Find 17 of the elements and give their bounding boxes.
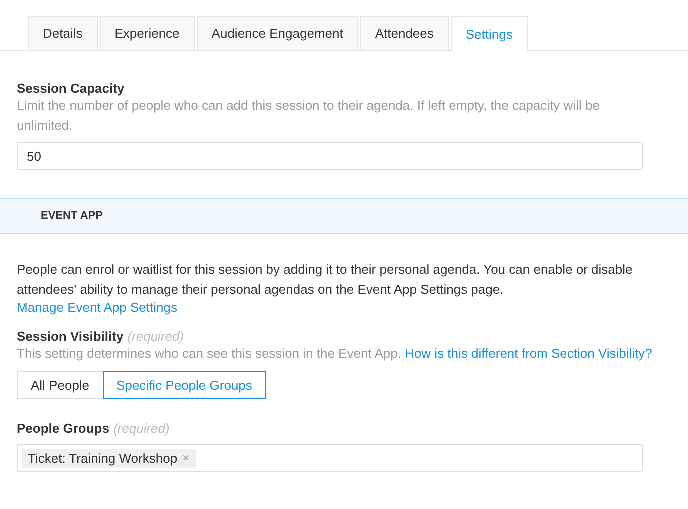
required-note: (required)	[113, 421, 170, 436]
tab[interactable]: Details	[28, 16, 98, 50]
tags-field[interactable]: Ticket: Training Workshop ×	[17, 444, 643, 472]
help-text: This setting determines who can see this session in the Event App.	[17, 346, 402, 361]
required-note: (required)	[128, 329, 184, 344]
input-field[interactable]: 50	[17, 142, 643, 170]
toggle-option[interactable]: All People	[17, 371, 104, 399]
field-label: Session Capacity	[17, 81, 125, 96]
description: People can enrol or waitlist for this session by adding it to their personal agenda. You can enable or disable attendees' ability to manage their personal agendas on the Event App Settings page.	[17, 261, 634, 299]
help-text: Limit the number of people who can add this session to their agenda. If left empty, the capacity will be unlimited.	[17, 97, 601, 135]
tab[interactable]: Attendees	[360, 16, 449, 50]
tag-label: Ticket: Training Workshop	[28, 450, 178, 466]
section-title: EVENT APP	[41, 210, 103, 222]
field-label: Session Visibility	[17, 329, 124, 344]
tab[interactable]: Experience	[100, 16, 195, 50]
field-label: People Groups	[17, 421, 110, 436]
tab[interactable]: Audience Engagement	[196, 16, 358, 50]
